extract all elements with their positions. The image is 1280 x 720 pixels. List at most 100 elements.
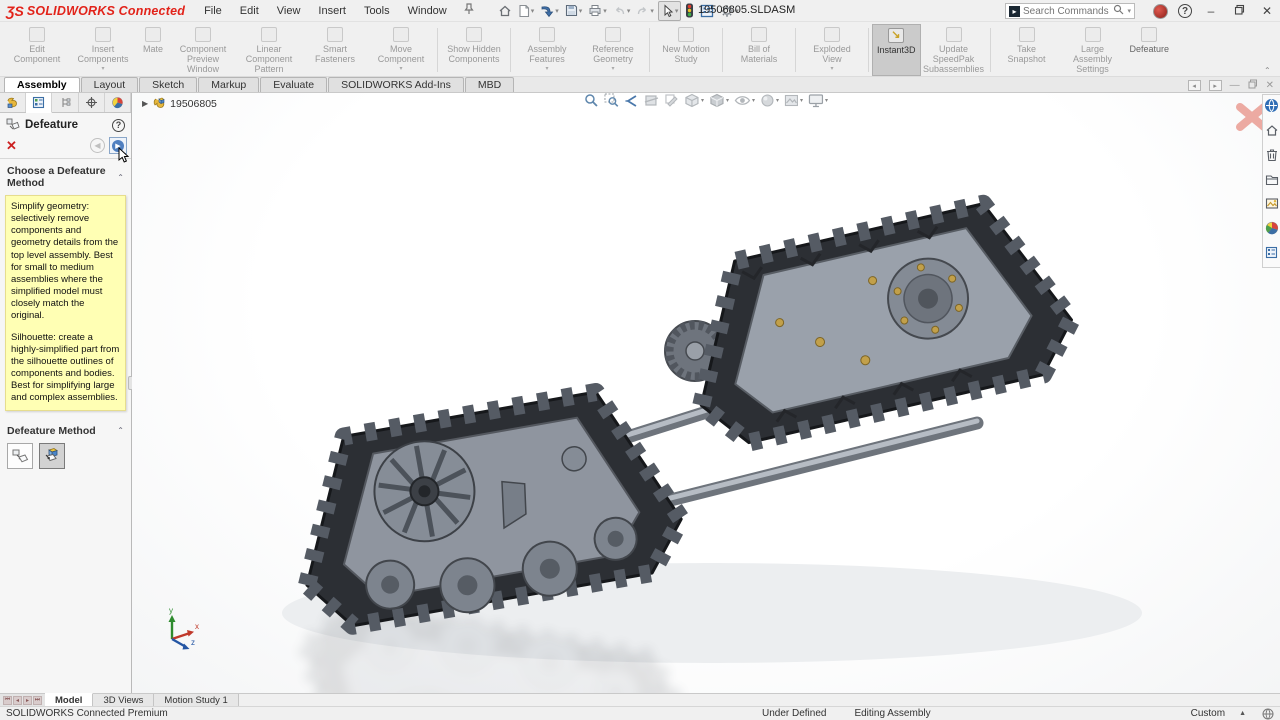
dimxpert-manager-icon[interactable] [79,93,105,112]
ribbon-button[interactable]: Update SpeedPak Subassemblies [921,24,987,76]
cancel-button[interactable]: ✕ [6,139,17,152]
view-settings-icon[interactable]: ▾ [808,93,828,108]
simplify-geometry-icon[interactable] [7,443,33,469]
first-tab-icon[interactable]: ⏮ [3,696,12,705]
menu-item[interactable]: View [268,2,310,20]
document-tab[interactable]: Motion Study 1 [154,694,238,706]
close-icon[interactable]: ✕ [1258,4,1276,18]
ribbon-button[interactable]: Take Snapshot [994,24,1060,76]
design-library-icon[interactable] [1266,148,1278,167]
command-tab[interactable]: Markup [198,77,259,92]
menu-item[interactable]: Window [399,2,456,20]
menu-item[interactable]: Edit [231,2,268,20]
command-tab[interactable]: Layout [81,77,139,92]
ribbon-button[interactable] [795,28,796,72]
undo-icon[interactable]: ▾ [611,3,633,19]
silhouette-icon[interactable] [39,443,65,469]
ribbon-button[interactable] [868,28,869,72]
ribbon-button[interactable] [649,28,650,72]
pin-icon[interactable] [456,3,482,18]
rebuild-icon[interactable] [683,1,696,20]
ribbon-button[interactable]: Large Assembly Settings [1060,24,1126,76]
threedexperience-icon[interactable] [1264,98,1279,118]
ribbon-button[interactable] [510,28,511,72]
command-tab[interactable]: SOLIDWORKS Add-Ins [328,77,464,92]
zoom-to-area-icon[interactable] [604,93,619,108]
ribbon-button[interactable] [990,28,991,72]
search-dropdown-icon[interactable]: ▾ [1127,7,1131,15]
ribbon-button[interactable] [722,28,723,72]
ribbon-button[interactable]: New Motion Study [653,24,719,76]
section-choose-method[interactable]: Choose a Defeature Method ⌃ [0,159,131,193]
doc-close-icon[interactable]: ✕ [1266,80,1274,91]
print-icon[interactable]: ▾ [586,2,609,19]
doc-minimize-icon[interactable]: — [1230,80,1240,91]
select-arrow-icon[interactable]: ▾ [658,1,682,21]
ribbon-button[interactable]: Show Hidden Components [441,24,507,76]
command-tab[interactable]: Sketch [139,77,197,92]
apply-scene-icon[interactable]: ▾ [784,93,803,108]
file-explorer-icon[interactable] [1265,173,1279,191]
ribbon-button[interactable]: Edit Component [4,24,70,76]
home-icon[interactable] [1265,124,1279,142]
section-view-icon[interactable] [644,93,659,108]
last-tab-icon[interactable]: ⏭ [33,696,42,705]
prev-tab-icon[interactable]: ◂ [13,696,22,705]
feature-manager-icon[interactable] [0,93,26,112]
command-tab[interactable]: Assembly [4,77,80,92]
tree-root-label[interactable]: 19506805 [170,98,217,110]
section-defeature-method[interactable]: Defeature Method ⌃ [0,419,131,441]
command-tab[interactable]: Evaluate [260,77,327,92]
ribbon-button[interactable]: Component Preview Window [170,24,236,76]
collapse-chevron-icon[interactable]: ⌃ [117,426,124,435]
menu-item[interactable]: Insert [309,2,355,20]
graphics-viewport[interactable]: ▶ 19506805 ▾ ▾ ▾ ▾ ▾ ▾ [132,93,1280,693]
menu-item[interactable]: File [195,2,231,20]
home-icon[interactable] [496,2,514,20]
doc-restore-icon[interactable] [1248,79,1258,92]
dynamic-annotation-icon[interactable] [664,93,679,108]
display-style-icon[interactable]: ▾ [709,93,729,108]
help-icon[interactable]: ? [1178,4,1192,18]
pane-left-icon[interactable]: ◂ [1188,80,1201,91]
ribbon-button[interactable]: Linear Component Pattern [236,24,302,76]
redo-icon[interactable]: ▾ [634,3,656,19]
ribbon-button[interactable]: Insert Components [70,24,136,76]
ribbon-button[interactable]: Smart Fasteners [302,24,368,76]
collapse-chevron-icon[interactable]: ⌃ [117,173,124,182]
search-commands-box[interactable]: ▸ ▾ [1005,3,1135,19]
display-manager-icon[interactable] [105,93,131,112]
document-tab[interactable]: 3D Views [93,694,154,706]
previous-view-icon[interactable] [624,93,639,108]
configuration-selector[interactable]: Custom [1191,708,1225,719]
ribbon-button[interactable]: Defeature [1126,24,1174,76]
minimize-icon[interactable]: – [1202,4,1220,18]
property-manager-icon[interactable] [26,93,52,113]
command-tab[interactable]: MBD [465,77,514,92]
tree-expand-icon[interactable]: ▶ [142,99,148,108]
hide-show-items-icon[interactable]: ▾ [734,94,755,107]
pane-right-icon[interactable]: ▸ [1209,80,1222,91]
ribbon-button[interactable]: Instant3D [872,24,921,76]
appearances-icon[interactable] [1265,221,1279,240]
zoom-to-fit-icon[interactable] [584,93,599,108]
ribbon-button[interactable]: Move Component [368,24,434,76]
configuration-manager-icon[interactable] [52,93,78,112]
config-expand-icon[interactable]: ▲ [1239,710,1246,717]
search-icon[interactable] [1113,4,1124,18]
ribbon-button[interactable]: Mate [136,24,170,76]
menu-item[interactable]: Tools [355,2,399,20]
search-input[interactable] [1023,6,1110,17]
flyout-feature-tree[interactable]: ▶ 19506805 [142,97,217,110]
save-icon[interactable]: ▾ [563,2,585,19]
next-tab-icon[interactable]: ▸ [23,696,32,705]
custom-properties-icon[interactable] [1265,246,1278,264]
document-tab[interactable]: Model [45,693,93,706]
panel-help-icon[interactable]: ? [112,119,125,132]
model-canvas[interactable] [132,93,1279,693]
next-arrow-button[interactable]: ▶ [109,137,127,154]
open-icon[interactable]: ▾ [538,2,561,20]
user-avatar[interactable] [1153,4,1168,19]
new-document-icon[interactable]: ▾ [516,2,537,20]
edit-appearance-icon[interactable]: ▾ [760,93,779,108]
